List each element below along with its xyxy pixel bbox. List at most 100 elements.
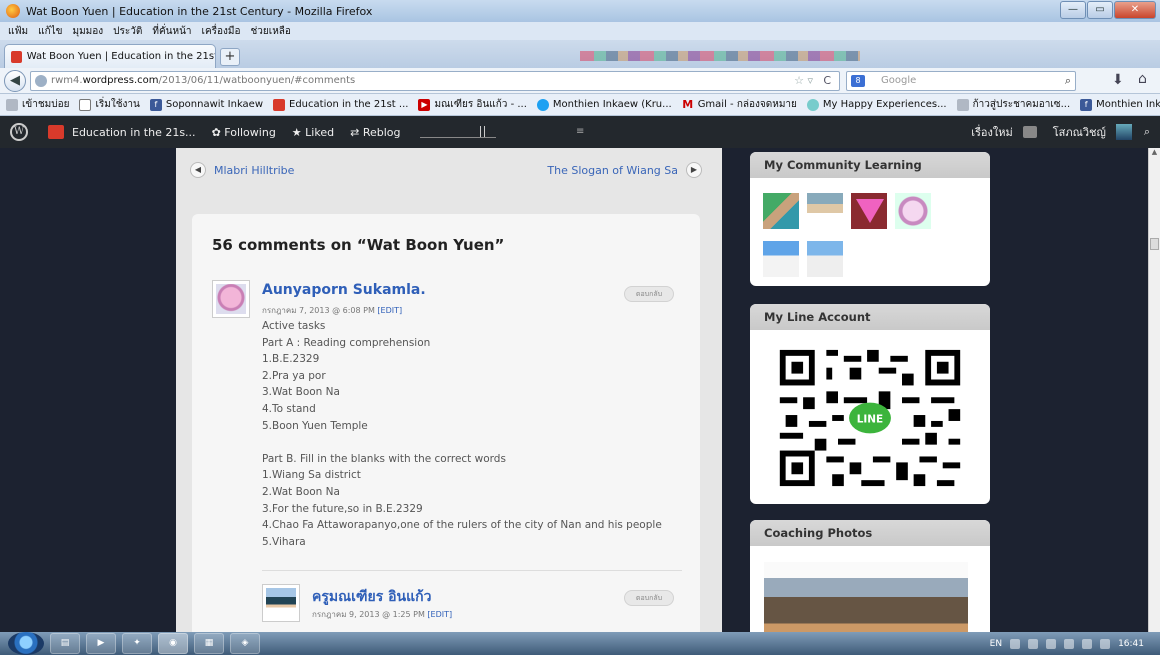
comment-line: Active tasks [262, 320, 326, 332]
taskbar-app-icon[interactable]: ✦ [122, 633, 152, 654]
window-controls: — ▭ ✕ [1059, 1, 1156, 19]
reblog-button[interactable]: ⇄ Reblog [350, 126, 400, 139]
scrollbar-thumb[interactable] [1150, 238, 1159, 250]
avatar-image [216, 284, 246, 314]
wordpress-logo-icon[interactable]: W [10, 123, 28, 141]
chevron-left-icon: ◀ [190, 162, 206, 178]
bookmark-item[interactable]: Monthien Inkaew (Kru... [536, 98, 672, 111]
back-button[interactable]: ◀ [4, 70, 26, 92]
new-post-link[interactable]: เรื่องใหม่ [971, 123, 1013, 141]
taskbar-firefox-icon[interactable]: ◉ [158, 633, 188, 654]
coaching-photo[interactable] [764, 562, 968, 632]
taskbar-app-icon[interactable]: ◈ [230, 633, 260, 654]
gear-icon: ✿ [211, 125, 221, 139]
avatar[interactable] [1115, 124, 1132, 140]
menu-edit[interactable]: แก้ไข [38, 24, 62, 39]
menu-history[interactable]: ประวัติ [113, 24, 142, 39]
bookmark-item[interactable]: ▶ มณเฑียร อินแก้ว - ... [418, 97, 527, 112]
comment-line: 4.Chao Fa Attaworapanyo,one of the ruler… [262, 519, 662, 532]
community-photo[interactable] [894, 192, 932, 230]
comments-title: 56 comments on “Wat Boon Yuen” [212, 236, 505, 254]
bookmark-star-icon[interactable]: ☆ ▿ [794, 72, 813, 90]
menu-handle-icon[interactable]: ≡ [576, 126, 584, 137]
search-icon[interactable]: ⌕ [1065, 72, 1071, 90]
reply-button[interactable]: ตอบกลับ [624, 590, 674, 606]
next-post-link[interactable]: The Slogan of Wiang Sa ▶ [547, 160, 702, 180]
site-name-link[interactable]: Education in the 21s... [72, 126, 196, 139]
youtube-icon: ▶ [418, 98, 431, 111]
menu-bookmarks[interactable]: ที่คั่นหน้า [152, 24, 191, 39]
menu-bar: แฟ้ม แก้ไข มุมมอง ประวัติ ที่คั่นหน้า เค… [0, 22, 1160, 40]
home-icon[interactable]: ⌂ [1138, 71, 1147, 87]
tab-active[interactable]: Wat Boon Yuen | Education in the 21st C.… [4, 44, 216, 68]
user-menu[interactable]: โสภณวิชญ์ [1053, 123, 1106, 141]
volume-icon[interactable] [1100, 638, 1111, 649]
url-bar[interactable]: rwm4.wordpress.com/2013/06/11/watboonyue… [30, 71, 840, 91]
community-photo[interactable] [762, 192, 800, 230]
comment-line: 1.Wiang Sa district [262, 469, 361, 482]
avatar[interactable] [212, 280, 250, 318]
bookmark-item[interactable]: Education in the 21st ... [273, 98, 408, 111]
bookmark-item[interactable]: My Happy Experiences... [806, 98, 947, 111]
edit-link[interactable]: [EDIT] [427, 610, 452, 619]
page-icon [79, 98, 92, 111]
clock[interactable]: 16:41 [1118, 639, 1144, 649]
bookmark-item[interactable]: fMonthien Inkaew [1080, 98, 1160, 111]
reload-icon[interactable]: C [823, 72, 831, 90]
window-title: Wat Boon Yuen | Education in the 21st Ce… [26, 4, 373, 18]
community-photo[interactable] [762, 240, 800, 278]
bookmark-item[interactable]: f Soponnawit Inkaew [149, 98, 263, 111]
menu-file[interactable]: แฟ้ม [8, 24, 28, 39]
previous-post-link[interactable]: ◀ Mlabri Hilltribe [190, 160, 294, 180]
wordpress-admin-bar: W Education in the 21s... ✿ Following ★ … [0, 116, 1160, 148]
bookmark-item[interactable]: ก้าวสู่ประชาคมอาเซ... [956, 97, 1070, 112]
stats-sparkline[interactable] [420, 126, 497, 138]
new-tab-button[interactable]: + [220, 48, 240, 66]
flag-icon[interactable] [1082, 638, 1093, 649]
following-button[interactable]: ✿ Following [212, 126, 276, 139]
line-qr-code[interactable]: LINE [774, 344, 966, 492]
menu-help[interactable]: ช่วยเหลือ [251, 24, 291, 39]
maximize-button[interactable]: ▭ [1087, 1, 1113, 19]
close-button[interactable]: ✕ [1114, 1, 1156, 19]
tray-icon[interactable] [1028, 638, 1039, 649]
avatar[interactable] [262, 584, 300, 622]
start-button[interactable] [8, 632, 44, 655]
page-icon [956, 98, 969, 111]
community-photo[interactable] [850, 192, 888, 230]
minimize-button[interactable]: — [1060, 1, 1086, 19]
tray-icon[interactable] [1046, 638, 1057, 649]
comment-author[interactable]: ครูมณเฑียร อินแก้ว [312, 586, 431, 608]
menu-tools[interactable]: เครื่องมือ [202, 24, 241, 39]
search-engine-icon[interactable]: 8 [851, 75, 865, 87]
site-icon [48, 125, 64, 139]
edit-link[interactable]: [EDIT] [377, 306, 402, 315]
scroll-up-icon[interactable]: ▲ [1149, 148, 1160, 160]
tray-icon[interactable] [1010, 638, 1021, 649]
taskbar-media-icon[interactable]: ▶ [86, 633, 116, 654]
taskbar-explorer-icon[interactable]: ▤ [50, 633, 80, 654]
firefox-logo-icon [6, 4, 20, 18]
taskbar-app-icon[interactable]: ▦ [194, 633, 224, 654]
bookmark-item[interactable]: M Gmail - กล่องจดหมาย [682, 97, 797, 112]
search-icon[interactable]: ⌕ [1144, 125, 1150, 139]
qr-code-icon: LINE [774, 344, 966, 492]
tab-bar: Wat Boon Yuen | Education in the 21st C.… [0, 40, 1160, 68]
bookmark-item[interactable]: เข้าชมบ่อย [6, 97, 69, 112]
network-icon[interactable] [1064, 638, 1075, 649]
bookmark-item[interactable]: เริ่มใช้งาน [79, 97, 140, 112]
comment-author[interactable]: Aunyaporn Sukamla. [262, 282, 426, 298]
triangle-logo-icon [856, 199, 884, 223]
comment-line: 4.To stand [262, 402, 316, 415]
page-scrollbar[interactable]: ▲ [1148, 148, 1160, 632]
liked-button[interactable]: ★ Liked [292, 126, 334, 139]
search-bar[interactable]: 8 Google ⌕ [846, 71, 1076, 91]
language-indicator[interactable]: EN [990, 639, 1002, 649]
comment-line: 2.Pra ya por [262, 369, 326, 382]
community-photo[interactable] [806, 192, 844, 230]
community-photo[interactable] [806, 240, 844, 278]
reply-button[interactable]: ตอบกลับ [624, 286, 674, 302]
menu-view[interactable]: มุมมอง [73, 24, 104, 39]
download-icon[interactable]: ⬇ [1112, 72, 1124, 88]
notifications-icon[interactable] [1022, 126, 1037, 138]
